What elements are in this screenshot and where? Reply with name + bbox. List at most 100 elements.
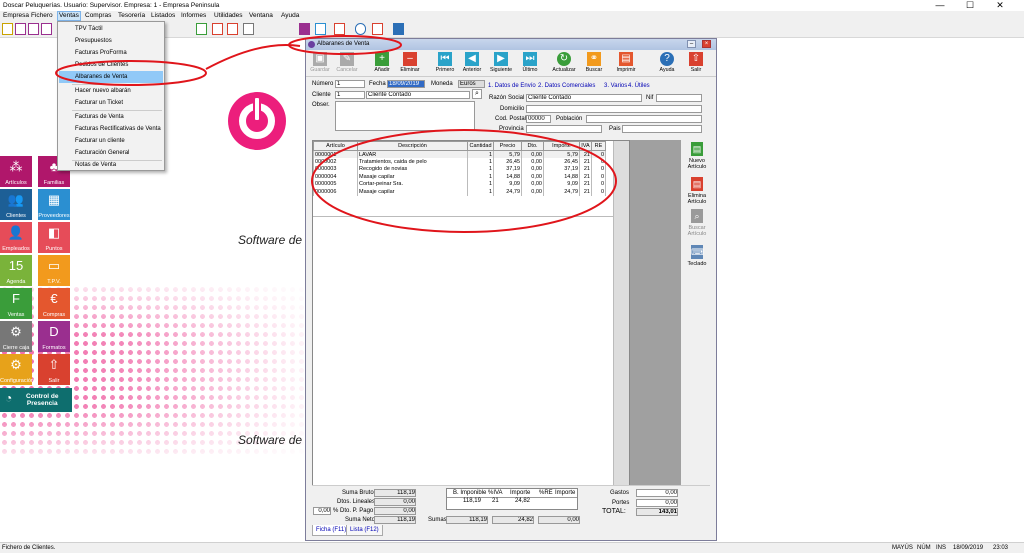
eliminar-button[interactable]: – Eliminar	[397, 52, 423, 76]
numero-field[interactable]: 1	[335, 80, 365, 88]
toolbar-icon-edit[interactable]	[299, 23, 310, 35]
moneda-field[interactable]: Euros	[458, 80, 485, 88]
control-presencia-button[interactable]: ◔ Control de Presencia	[0, 388, 72, 412]
elimina-articulo-button[interactable]: ▤ Elimina Artículo	[684, 177, 710, 205]
toolbar-icon-1[interactable]	[2, 23, 13, 35]
menu-item-notas-venta[interactable]: Notas de Venta	[59, 159, 163, 171]
anterior-button[interactable]: ◀ Anterior	[459, 52, 485, 76]
gastos-field[interactable]: 0,00	[636, 489, 678, 497]
toolbar-icon-4[interactable]	[41, 23, 52, 35]
cod-postal-field[interactable]: 00000	[526, 115, 551, 123]
tab-datos-comerciales[interactable]: 2. Datos Comerciales	[538, 83, 595, 89]
search-client-icon[interactable]: ⌕	[472, 89, 482, 99]
tile-ventas[interactable]: F Ventas	[0, 288, 32, 319]
menu-ventas[interactable]: Ventas	[57, 11, 81, 21]
grid-scrollbar[interactable]	[613, 141, 629, 522]
menu-tesoreria[interactable]: Tesorería	[118, 12, 145, 20]
col-importe[interactable]: Importe	[543, 141, 580, 151]
toolbar-icon-f-red[interactable]	[227, 23, 238, 35]
tile-cierre-caja[interactable]: ⚙ Cierre caja	[0, 321, 32, 352]
tab-varios[interactable]: 3. Varios	[604, 83, 627, 89]
table-row[interactable]: 0000006 Masaje capilar 1 24,79 0,00 24,79 21 0	[313, 188, 606, 196]
portes-field[interactable]: 0,00	[636, 499, 678, 507]
menu-item-pedidos-clientes[interactable]: Pedidos de Clientes	[59, 59, 163, 71]
cliente-code-field[interactable]: 1	[335, 91, 365, 99]
tile-puntos[interactable]: ◧ Puntos	[38, 222, 70, 253]
anadir-button[interactable]: + Añadir	[369, 52, 395, 76]
domicilio-field[interactable]	[526, 105, 702, 113]
tile-formatos[interactable]: D Formatos	[38, 321, 70, 352]
ayuda-button[interactable]: ? Ayuda	[654, 52, 680, 76]
fecha-field[interactable]: 18/09/2019	[387, 80, 425, 88]
close-button[interactable]: ✕	[985, 0, 1015, 10]
table-row[interactable]: 0000004 Masaje capilar 1 14,88 0,00 14,88 21 0	[313, 173, 606, 181]
tile-tpv[interactable]: ▭ T.P.V.	[38, 255, 70, 286]
minimize-button[interactable]: —	[925, 0, 955, 10]
col-precio[interactable]: Precio	[493, 141, 522, 151]
window-close-button[interactable]: ×	[702, 40, 711, 48]
toolbar-icon-tools[interactable]	[393, 23, 404, 35]
observaciones-field[interactable]	[335, 101, 475, 131]
pais-field[interactable]	[622, 125, 702, 133]
menu-fichero[interactable]: Fichero	[31, 12, 53, 20]
guardar-button[interactable]: ▣ Guardar	[307, 52, 333, 76]
actualizar-button[interactable]: ↻ Actualizar	[551, 52, 577, 76]
menu-item-facturacion-general[interactable]: Facturación General	[59, 147, 163, 159]
toolbar-icon-f-green[interactable]	[196, 23, 207, 35]
tile-agenda[interactable]: 15 Agenda	[0, 255, 32, 286]
tile-proveedores[interactable]: ▦ Proveedores	[38, 189, 70, 220]
toolbar-icon-3[interactable]	[28, 23, 39, 35]
siguiente-button[interactable]: ▶ Siguiente	[488, 52, 514, 76]
table-row[interactable]: 0000001 LAVAR 1 5,79 0,00 5,79 21 0	[313, 150, 606, 158]
buscar-button[interactable]: ⚭ Buscar	[581, 52, 607, 76]
col-iva[interactable]: IVA	[579, 141, 592, 151]
menu-item-hacer-nuevo-albaran[interactable]: Hacer nuevo albarán	[59, 85, 163, 97]
menu-ayuda[interactable]: Ayuda	[281, 12, 299, 20]
menu-item-facturas-rectificativas[interactable]: Facturas Rectificativas de Venta	[59, 123, 163, 135]
tile-configuracion[interactable]: ⚙ Configuración	[0, 354, 34, 385]
tile-articulos[interactable]: ⁂ Artículos	[0, 156, 32, 187]
cancelar-button[interactable]: ✎ Cancelar	[334, 52, 360, 76]
maximize-button[interactable]: ☐	[955, 0, 985, 10]
menu-item-presupuestos[interactable]: Presupuestos	[59, 35, 163, 47]
menu-ventana[interactable]: Ventana	[249, 12, 273, 20]
menu-item-facturar-cliente[interactable]: Facturar un cliente	[59, 135, 163, 147]
ultimo-button[interactable]: ⏭ Último	[517, 52, 543, 76]
imprimir-button[interactable]: ▤ Imprimir	[613, 52, 639, 76]
toolbar-icon-a-red[interactable]	[212, 23, 223, 35]
poblacion-field[interactable]	[586, 115, 702, 123]
tile-empleados[interactable]: 👤 Empleados	[0, 222, 32, 253]
dto-pp-pct-field[interactable]: 0,00	[313, 507, 331, 515]
tab-datos-envio[interactable]: 1. Datos de Envío	[488, 83, 536, 89]
col-dto[interactable]: Dto.	[521, 141, 544, 151]
tile-salir[interactable]: ⇧ Salir	[38, 354, 70, 385]
col-re[interactable]: RE	[591, 141, 606, 151]
toolbar-icon-window[interactable]	[315, 23, 326, 35]
tab-ficha[interactable]: Ficha (F11)	[312, 525, 351, 536]
toolbar-icon-2[interactable]	[15, 23, 26, 35]
menu-item-facturar-ticket[interactable]: Facturar un Ticket	[59, 97, 163, 109]
col-articulo[interactable]: Artículo	[313, 141, 358, 151]
col-cantidad[interactable]: Cantidad	[467, 141, 494, 151]
nif-field[interactable]	[656, 94, 702, 102]
provincia-field[interactable]	[526, 125, 602, 133]
table-row[interactable]: 0000005 Cortar-peinar Sra. 1 9,09 0,00 9,09 21…	[313, 180, 606, 188]
nuevo-articulo-button[interactable]: ▤ Nuevo Artículo	[684, 142, 710, 170]
lines-grid[interactable]: Artículo Descripción Cantidad Precio Dto…	[312, 140, 630, 523]
table-row[interactable]: 0000002 Tratamientos, caida de pelo 1 26,45…	[313, 158, 606, 166]
menu-item-facturas-venta[interactable]: Facturas de Venta	[59, 111, 163, 123]
tile-compras[interactable]: € Compras	[38, 288, 70, 319]
window-minimize-button[interactable]: –	[687, 40, 696, 48]
toolbar-icon-calendar[interactable]	[334, 23, 345, 35]
toolbar-icon-help[interactable]	[355, 23, 366, 35]
col-descripcion[interactable]: Descripción	[357, 141, 468, 151]
tile-clientes[interactable]: 👥 Clientes	[0, 189, 32, 220]
menu-utilidades[interactable]: Utilidades	[214, 12, 243, 20]
cliente-name-field[interactable]: Cliente Contado	[366, 91, 470, 99]
menu-empresa[interactable]: Empresa	[3, 12, 29, 20]
razon-social-field[interactable]: Cliente Contado	[526, 94, 642, 102]
menu-item-tpv-tactil[interactable]: TPV Táctil	[59, 23, 163, 35]
table-row[interactable]: 0000003 Recogido de novias 1 37,19 0,00 37,19…	[313, 165, 606, 173]
menu-informes[interactable]: Informes	[181, 12, 206, 20]
menu-listados[interactable]: Listados	[151, 12, 175, 20]
